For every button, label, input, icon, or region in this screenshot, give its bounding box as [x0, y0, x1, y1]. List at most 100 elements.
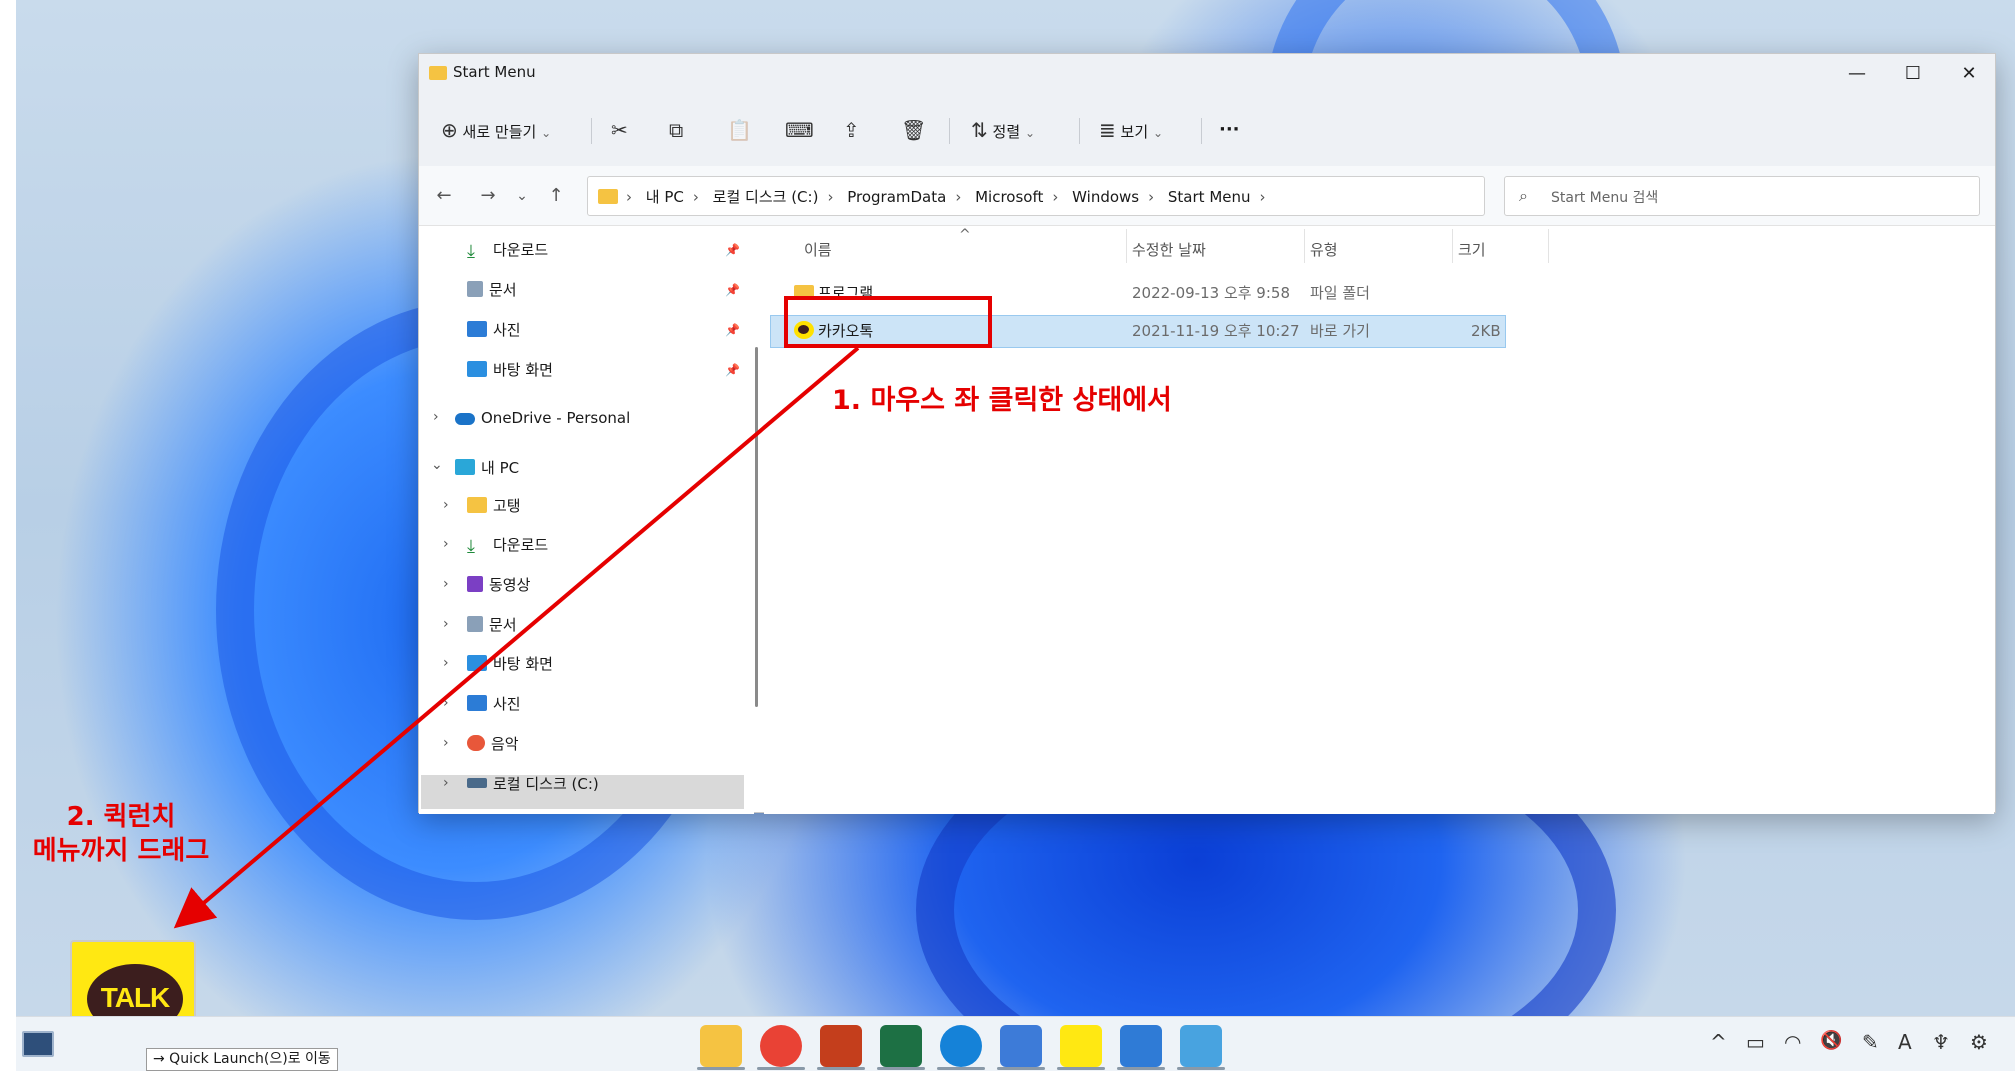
- nav-scrollbar[interactable]: [755, 227, 759, 814]
- trash-icon: 🗑: [901, 118, 927, 142]
- column-divider: [1126, 229, 1127, 263]
- volume-muted-icon[interactable]: 🔇: [1820, 1030, 1842, 1051]
- share-button[interactable]: ⇪: [843, 114, 860, 146]
- search-input[interactable]: ⌕ Start Menu 검색: [1504, 176, 1980, 216]
- new-button[interactable]: ⊕ 새로 만들기 ⌄: [441, 114, 551, 146]
- column-header-size[interactable]: 크기: [1458, 239, 1486, 260]
- nav-pc-item[interactable]: 고탱: [467, 491, 521, 521]
- app-running-indicator: [1177, 1067, 1225, 1070]
- recent-locations-button[interactable]: ⌄: [507, 181, 537, 211]
- forward-button[interactable]: →: [473, 181, 503, 211]
- excel-taskbar-icon[interactable]: [880, 1025, 922, 1067]
- column-header-date[interactable]: 수정한 날짜: [1132, 239, 1206, 260]
- delete-button[interactable]: 🗑: [901, 114, 926, 146]
- breadcrumb-item[interactable]: Windows: [1072, 188, 1139, 206]
- column-header-name[interactable]: 이름: [804, 239, 832, 260]
- picture-icon: [467, 695, 487, 711]
- chevron-right-icon[interactable]: ›: [443, 775, 449, 791]
- input-method-icon[interactable]: A: [1898, 1030, 1912, 1054]
- up-button[interactable]: ↑: [541, 181, 571, 211]
- nav-label: 음악: [491, 735, 519, 753]
- nav-pc-item[interactable]: ⤓ 다운로드: [467, 530, 548, 560]
- music-icon: [467, 735, 485, 751]
- chevron-down-icon[interactable]: ⌄: [431, 457, 443, 473]
- folder-icon: [467, 497, 487, 513]
- chevron-right-icon[interactable]: ›: [443, 536, 449, 552]
- sort-button[interactable]: ⇅ 정렬 ⌄: [971, 114, 1035, 146]
- minimize-button[interactable]: —: [1829, 54, 1885, 94]
- nav-pc-item[interactable]: 문서: [467, 610, 517, 640]
- nav-pc-item[interactable]: 사진: [467, 689, 521, 719]
- video-icon: [467, 576, 483, 592]
- breadcrumb-item[interactable]: 내 PC: [646, 188, 684, 206]
- nav-label: 동영상: [489, 576, 531, 594]
- scrollbar-thumb[interactable]: [755, 347, 758, 707]
- chevron-right-icon[interactable]: ›: [443, 695, 449, 711]
- quick-access-documents[interactable]: 문서: [467, 275, 517, 305]
- chevron-right-icon[interactable]: ›: [443, 616, 449, 632]
- chevron-right-icon[interactable]: ›: [443, 735, 449, 751]
- pin-icon[interactable]: 📌: [725, 363, 740, 377]
- nav-this-pc[interactable]: 내 PC: [455, 453, 519, 483]
- rename-button[interactable]: ⌨: [785, 114, 814, 146]
- breadcrumb-item[interactable]: ProgramData: [847, 188, 946, 206]
- powerpoint-taskbar-icon[interactable]: [820, 1025, 862, 1067]
- maximize-button[interactable]: ☐: [1885, 54, 1941, 94]
- address-bar[interactable]: › 내 PC › 로컬 디스크 (C:) › ProgramData › Micros…: [587, 176, 1647, 216]
- chevron-down-icon: ⌄: [1152, 126, 1163, 140]
- breadcrumb-separator: ›: [1052, 188, 1059, 206]
- quick-launch-toolbar-icon[interactable]: [22, 1031, 54, 1057]
- toolbar-divider: [1079, 118, 1080, 144]
- title-bar[interactable]: Start Menu — ☐ ✕: [419, 54, 1995, 94]
- nav-pc-item[interactable]: 음악: [467, 729, 519, 759]
- paste-button[interactable]: 📋: [727, 114, 752, 146]
- command-bar: ⊕ 새로 만들기 ⌄ ✂ ⧉ 📋 ⌨ ⇪ 🗑 ⇅ 정렬 ⌄ ≣ 보기 ⌄ ···: [419, 94, 1995, 166]
- view-button[interactable]: ≣ 보기 ⌄: [1099, 114, 1163, 146]
- nav-pc-item[interactable]: 바탕 화면: [467, 649, 553, 679]
- cut-button[interactable]: ✂: [611, 114, 628, 146]
- pin-icon[interactable]: 📌: [725, 243, 740, 257]
- chevron-right-icon[interactable]: ›: [443, 655, 449, 671]
- back-button[interactable]: ←: [429, 181, 459, 211]
- pen-icon[interactable]: ✎: [1862, 1030, 1879, 1054]
- monitor-icon: [455, 459, 475, 475]
- nav-onedrive[interactable]: OneDrive - Personal: [455, 403, 630, 433]
- chrome-taskbar-icon[interactable]: [760, 1025, 802, 1067]
- breadcrumb-item[interactable]: Start Menu: [1168, 188, 1251, 206]
- file-explorer-taskbar-icon[interactable]: [700, 1025, 742, 1067]
- notepad-taskbar-icon[interactable]: [1000, 1025, 1042, 1067]
- pin-icon[interactable]: 📌: [725, 323, 740, 337]
- column-header-type[interactable]: 유형: [1310, 239, 1338, 260]
- pin-icon[interactable]: 📌: [725, 283, 740, 297]
- download-icon: ⤓: [467, 241, 475, 262]
- nav-label: 다운로드: [493, 241, 549, 259]
- close-button[interactable]: ✕: [1941, 54, 1997, 94]
- chevron-down-icon: ⌄: [1024, 126, 1035, 140]
- copy-button[interactable]: ⧉: [669, 114, 683, 146]
- chevron-right-icon[interactable]: ›: [443, 576, 449, 592]
- battery-icon[interactable]: ▭: [1746, 1030, 1765, 1054]
- breadcrumb-separator: ›: [1148, 188, 1155, 206]
- chevron-right-icon[interactable]: ›: [443, 497, 449, 513]
- kakaotalk-taskbar-icon[interactable]: [1060, 1025, 1102, 1067]
- nav-local-disk[interactable]: 로컬 디스크 (C:): [467, 769, 599, 799]
- device-icon[interactable]: ♆: [1932, 1030, 1950, 1054]
- quick-access-desktop[interactable]: 바탕 화면: [467, 355, 553, 385]
- breadcrumb-item[interactable]: Microsoft: [975, 188, 1043, 206]
- paint-taskbar-icon[interactable]: [1180, 1025, 1222, 1067]
- photos-taskbar-icon[interactable]: [1120, 1025, 1162, 1067]
- show-hidden-icons-button[interactable]: ^: [1710, 1030, 1727, 1054]
- settings-icon[interactable]: ⚙: [1970, 1030, 1988, 1054]
- quick-access-downloads[interactable]: ⤓ 다운로드: [467, 235, 548, 265]
- toolbar-divider: [591, 118, 592, 144]
- edge-taskbar-icon[interactable]: [940, 1025, 982, 1067]
- quick-access-pictures[interactable]: 사진: [467, 315, 521, 345]
- breadcrumb-item[interactable]: 로컬 디스크 (C:): [713, 188, 819, 206]
- breadcrumb-separator: ›: [1259, 188, 1266, 206]
- wifi-icon[interactable]: ◠: [1784, 1030, 1801, 1054]
- nav-pc-item[interactable]: 동영상: [467, 570, 530, 600]
- toolbar-divider: [949, 118, 950, 144]
- chevron-right-icon[interactable]: ›: [433, 409, 439, 425]
- rename-icon: ⌨: [785, 118, 814, 142]
- more-options-button[interactable]: ···: [1219, 114, 1240, 146]
